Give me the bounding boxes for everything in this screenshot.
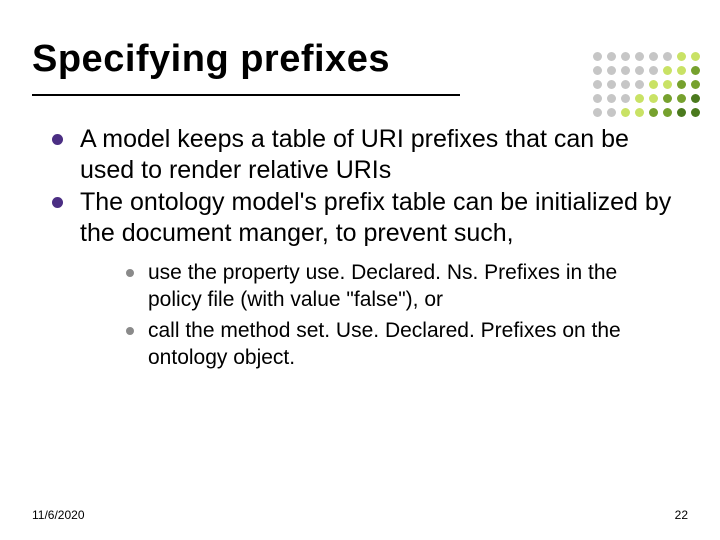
- decor-dot: [593, 52, 602, 61]
- decor-dot: [663, 66, 672, 75]
- decor-dot: [649, 94, 658, 103]
- decor-dot: [677, 66, 686, 75]
- decor-dot: [621, 94, 630, 103]
- sub-bullet-list: use the property use. Declared. Ns. Pref…: [80, 260, 672, 372]
- list-item: A model keeps a table of URI prefixes th…: [48, 124, 672, 185]
- decor-dot: [593, 66, 602, 75]
- list-item: The ontology model's prefix table can be…: [48, 187, 672, 372]
- decor-dot: [621, 108, 630, 117]
- decor-dot: [677, 52, 686, 61]
- list-item: call the method set. Use. Declared. Pref…: [122, 318, 672, 372]
- decor-dot: [649, 66, 658, 75]
- decor-dot: [607, 52, 616, 61]
- bullet-text: use the property use. Declared. Ns. Pref…: [148, 261, 617, 311]
- decor-dot: [621, 66, 630, 75]
- decor-dot: [677, 80, 686, 89]
- decor-dot: [663, 52, 672, 61]
- decor-dot: [593, 94, 602, 103]
- decor-dot: [649, 108, 658, 117]
- decor-dot: [677, 94, 686, 103]
- decor-dot: [635, 52, 644, 61]
- decor-dot: [663, 94, 672, 103]
- decor-dot: [593, 108, 602, 117]
- decor-dot: [621, 52, 630, 61]
- decor-dot: [691, 52, 700, 61]
- decor-dot: [607, 66, 616, 75]
- slide-title: Specifying prefixes: [32, 38, 390, 81]
- decor-dot: [691, 66, 700, 75]
- decor-dot: [607, 80, 616, 89]
- bullet-list: A model keeps a table of URI prefixes th…: [48, 124, 672, 372]
- bullet-text: call the method set. Use. Declared. Pref…: [148, 319, 621, 369]
- decor-dot: [691, 108, 700, 117]
- decor-dot: [663, 108, 672, 117]
- decor-dot: [635, 94, 644, 103]
- title-underline: [32, 94, 460, 96]
- decor-dot: [621, 80, 630, 89]
- decor-dot: [607, 94, 616, 103]
- slide: Specifying prefixes A model keeps a tabl…: [0, 0, 720, 540]
- decor-dot: [635, 66, 644, 75]
- decor-dot: [649, 52, 658, 61]
- list-item: use the property use. Declared. Ns. Pref…: [122, 260, 672, 314]
- decor-dot: [691, 94, 700, 103]
- decor-dot-grid: [593, 52, 702, 119]
- decor-dot: [691, 80, 700, 89]
- decor-dot: [663, 80, 672, 89]
- footer-date: 11/6/2020: [32, 508, 85, 522]
- bullet-text: A model keeps a table of URI prefixes th…: [80, 125, 629, 184]
- decor-dot: [635, 80, 644, 89]
- bullet-text: The ontology model's prefix table can be…: [80, 188, 671, 247]
- decor-dot: [593, 80, 602, 89]
- decor-dot: [649, 80, 658, 89]
- footer-page-number: 22: [675, 508, 688, 522]
- decor-dot: [607, 108, 616, 117]
- decor-dot: [677, 108, 686, 117]
- slide-body: A model keeps a table of URI prefixes th…: [48, 124, 672, 376]
- decor-dot: [635, 108, 644, 117]
